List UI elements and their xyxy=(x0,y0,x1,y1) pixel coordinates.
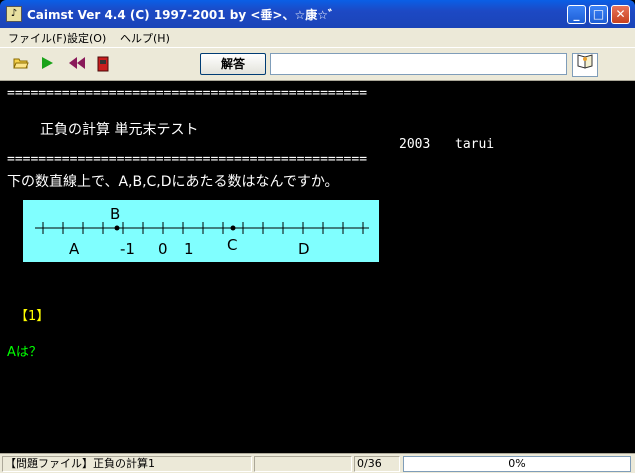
play-icon[interactable] xyxy=(38,56,56,74)
point-C xyxy=(230,225,236,231)
test-heading: 正負の計算 単元末テスト xyxy=(40,122,199,138)
separator-bottom: ========================================… xyxy=(7,152,368,167)
answer-button[interactable]: 解答 xyxy=(200,53,266,75)
label-D: D xyxy=(298,240,310,258)
question-number: 【1】 xyxy=(15,309,50,324)
question-counter: 0/36 xyxy=(354,456,400,472)
problem-file-status: 【問題ファイル】正負の計算1 xyxy=(2,456,252,472)
toolbar: 解答 xyxy=(0,47,635,81)
open-folder-icon[interactable] xyxy=(12,56,30,74)
right-panel xyxy=(603,82,635,453)
close-button[interactable]: ✕ xyxy=(611,5,630,24)
label-1: 1 xyxy=(184,240,194,258)
label-A: A xyxy=(69,240,80,258)
window-title: Caimst Ver 4.4 (C) 1997-2001 by <垂>、☆康☆゛ xyxy=(27,8,341,22)
separator-top: ========================================… xyxy=(7,86,368,101)
stop-icon[interactable] xyxy=(94,56,112,74)
label-0: 0 xyxy=(158,240,168,258)
year-label: 2003 xyxy=(399,137,431,152)
app-icon[interactable]: ♪ xyxy=(6,6,22,22)
label-B: B xyxy=(110,205,121,223)
label-minus1: -1 xyxy=(120,240,135,258)
maximize-button[interactable]: □ xyxy=(589,5,608,24)
point-B xyxy=(114,225,120,231)
number-line-figure: B A -1 0 1 C D xyxy=(23,200,379,262)
menu-help[interactable]: ヘルプ(H) xyxy=(120,30,170,46)
status-empty xyxy=(254,456,352,472)
progress-bar: 0% xyxy=(403,456,631,472)
instruction-text: 下の数直線上で、A,B,C,Dにあたる数はなんですか。 xyxy=(7,174,339,190)
question-text: Aは？ xyxy=(7,345,42,360)
menu-settings[interactable]: 設定(O) xyxy=(67,30,106,46)
label-C: C xyxy=(227,236,238,254)
minimize-button[interactable]: _ xyxy=(567,5,586,24)
status-bar: 【問題ファイル】正負の計算1 0/36 0% xyxy=(0,453,635,473)
content-area: ========================================… xyxy=(0,82,603,453)
help-book-icon[interactable] xyxy=(572,53,598,77)
answer-input[interactable] xyxy=(270,53,567,75)
rewind-icon[interactable] xyxy=(68,56,86,74)
menu-file[interactable]: ファイル(F) xyxy=(8,30,67,46)
title-bar: ♪ Caimst Ver 4.4 (C) 1997-2001 by <垂>、☆康… xyxy=(0,0,635,28)
author-label: tarui xyxy=(455,137,495,152)
menu-bar: ファイル(F) 設定(O) ヘルプ(H) xyxy=(0,28,635,47)
